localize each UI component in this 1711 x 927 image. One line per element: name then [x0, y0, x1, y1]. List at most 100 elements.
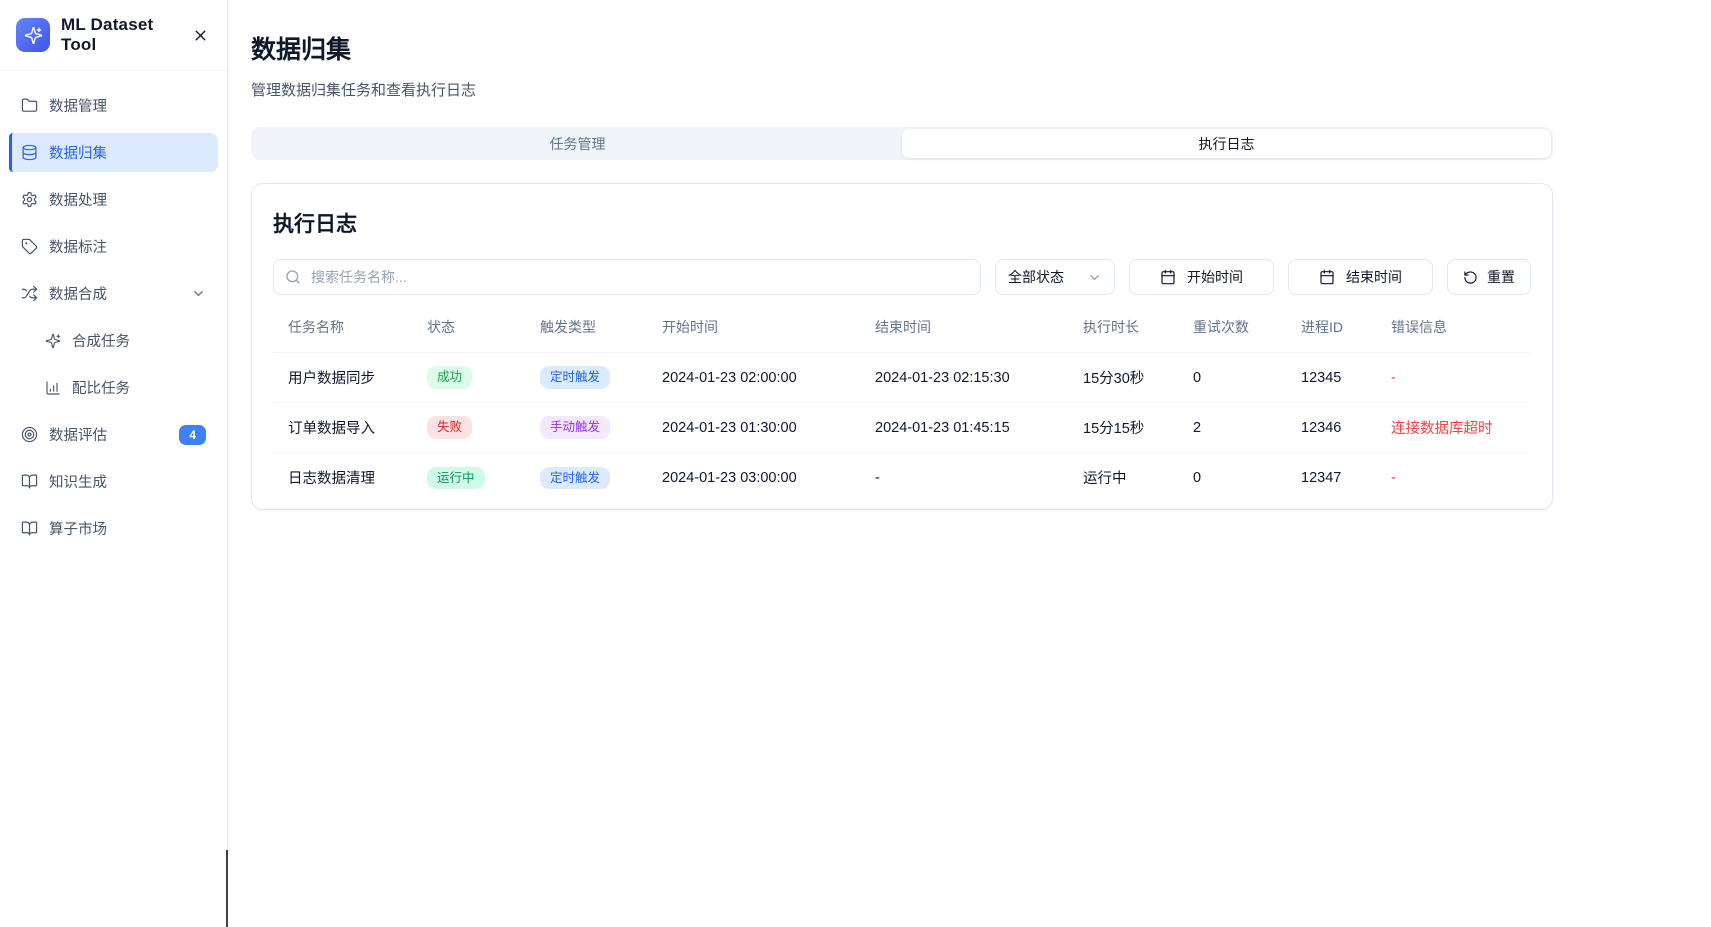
sidebar-header: ML Dataset Tool [0, 0, 227, 71]
start-time-button[interactable]: 开始时间 [1129, 259, 1274, 295]
start-time-cell: 2024-01-23 02:00:00 [647, 353, 860, 403]
status-badge: 运行中 [427, 467, 485, 490]
column-header: 结束时间 [860, 317, 1068, 353]
log-table-head-row: 任务名称状态触发类型开始时间结束时间执行时长重试次数进程ID错误信息 [273, 317, 1531, 353]
sidebar-item-data-processing[interactable]: 数据处理 [9, 180, 218, 219]
trigger-type-cell: 定时触发 [525, 453, 647, 503]
status-filter-select[interactable]: 全部状态 [995, 259, 1115, 295]
sidebar-item-data-synthesis[interactable]: 数据合成 [9, 274, 218, 313]
gear-icon [21, 191, 38, 208]
sidebar-item-data-labeling[interactable]: 数据标注 [9, 227, 218, 266]
duration-cell: 运行中 [1068, 453, 1178, 503]
bar-chart-icon [45, 380, 61, 396]
sidebar-nav: 数据管理 数据归集 数据处理 数据标注 数据合成 合成任务 配比任务 [0, 71, 227, 571]
sidebar-item-label: 数据归集 [49, 142, 107, 163]
sidebar-item-label: 配比任务 [72, 377, 130, 398]
task-name-cell: 用户数据同步 [273, 353, 412, 403]
filter-bar: 全部状态 开始时间 结束时间 重置 [273, 259, 1531, 295]
column-header: 重试次数 [1178, 317, 1286, 353]
process-id-cell: 12346 [1286, 403, 1376, 453]
end-time-label: 结束时间 [1346, 267, 1402, 287]
calendar-icon [1160, 269, 1176, 285]
trigger-type-cell: 手动触发 [525, 403, 647, 453]
start-time-label: 开始时间 [1187, 267, 1243, 287]
task-name-cell: 日志数据清理 [273, 453, 412, 503]
log-table-body: 用户数据同步成功定时触发2024-01-23 02:00:002024-01-2… [273, 353, 1531, 503]
retry-count-cell: 2 [1178, 403, 1286, 453]
sidebar-item-data-management[interactable]: 数据管理 [9, 86, 218, 125]
column-header: 进程ID [1286, 317, 1376, 353]
notification-badge: 4 [179, 425, 206, 445]
page-title: 数据归集 [251, 30, 1553, 66]
close-icon[interactable] [190, 25, 211, 46]
book-open-icon [21, 520, 38, 537]
sidebar-item-synthesis-tasks[interactable]: 合成任务 [33, 321, 218, 360]
calendar-icon [1319, 269, 1335, 285]
sparkles-icon [24, 26, 43, 45]
end-time-cell: - [860, 453, 1068, 503]
sidebar-item-data-collection[interactable]: 数据归集 [9, 133, 218, 172]
rotate-ccw-icon [1463, 270, 1478, 285]
status-badge: 失败 [427, 416, 472, 439]
chevron-down-icon [1087, 270, 1102, 285]
column-header: 任务名称 [273, 317, 412, 353]
column-header: 触发类型 [525, 317, 647, 353]
execution-logs-panel: 执行日志 全部状态 开始时间 结束时间 重置 [251, 183, 1553, 510]
process-id-cell: 12347 [1286, 453, 1376, 503]
sidebar-item-label: 数据管理 [49, 95, 107, 116]
sidebar-item-label: 合成任务 [72, 330, 130, 351]
retry-count-cell: 0 [1178, 453, 1286, 503]
trigger-type-badge: 手动触发 [540, 416, 610, 439]
sparkles-icon [45, 333, 61, 349]
sidebar-item-label: 数据标注 [49, 236, 107, 257]
error-message-cell: - [1376, 453, 1531, 503]
folder-icon [21, 97, 38, 114]
column-header: 执行时长 [1068, 317, 1178, 353]
reset-label: 重置 [1487, 267, 1515, 287]
sidebar-item-label: 算子市场 [49, 518, 107, 539]
error-message-cell: 连接数据库超时 [1376, 403, 1531, 453]
retry-count-cell: 0 [1178, 353, 1286, 403]
search-field [273, 259, 981, 295]
table-row: 日志数据清理运行中定时触发2024-01-23 03:00:00-运行中0123… [273, 453, 1531, 503]
sidebar-item-label: 数据合成 [49, 283, 107, 304]
table-row: 订单数据导入失败 手动触发 2024-01-23 01:30:002024-01-2… [273, 403, 1531, 453]
sidebar-item-label: 知识生成 [49, 471, 107, 492]
status-cell: 运行中 [412, 453, 525, 503]
trigger-type-cell: 定时触发 [525, 353, 647, 403]
sidebar-item-operator-market[interactable]: 算子市场 [9, 509, 218, 548]
book-open-icon [21, 473, 38, 490]
end-time-cell: 2024-01-23 02:15:30 [860, 353, 1068, 403]
status-badge: 成功 [427, 366, 472, 389]
status-cell: 失败 [412, 403, 525, 453]
tab-task-management[interactable]: 任务管理 [253, 129, 902, 158]
app-logo [16, 18, 50, 52]
page-subtitle: 管理数据归集任务和查看执行日志 [251, 79, 1553, 100]
process-id-cell: 12345 [1286, 353, 1376, 403]
search-input[interactable] [273, 259, 981, 295]
reset-button[interactable]: 重置 [1447, 259, 1531, 295]
panel-title: 执行日志 [273, 208, 1531, 238]
database-icon [21, 144, 38, 161]
start-time-cell: 2024-01-23 01:30:00 [647, 403, 860, 453]
status-filter-value: 全部状态 [1008, 267, 1064, 287]
column-header: 错误信息 [1376, 317, 1531, 353]
table-row: 用户数据同步成功 定时触发2024-01-23 02:00:002024-01-2… [273, 353, 1531, 403]
app-title: ML Dataset Tool [61, 15, 179, 55]
execution-log-table: 任务名称状态触发类型开始时间结束时间执行时长重试次数进程ID错误信息 用户数据同… [273, 317, 1531, 503]
end-time-button[interactable]: 结束时间 [1288, 259, 1433, 295]
chevron-down-icon [191, 286, 206, 301]
sidebar: ML Dataset Tool 数据管理 数据归集 数据处理 数据标注 数据合成 [0, 0, 228, 927]
sidebar-item-knowledge-generation[interactable]: 知识生成 [9, 462, 218, 501]
main-content: 数据归集 管理数据归集任务和查看执行日志 任务管理 执行日志 执行日志 全部状态… [228, 0, 1711, 927]
column-header: 开始时间 [647, 317, 860, 353]
duration-cell: 15分15秒 [1068, 403, 1178, 453]
task-name-cell: 订单数据导入 [273, 403, 412, 453]
sidebar-item-data-evaluation[interactable]: 数据评估 4 [9, 415, 218, 454]
sidebar-item-ratio-tasks[interactable]: 配比任务 [33, 368, 218, 407]
end-time-cell: 2024-01-23 01:45:15 [860, 403, 1068, 453]
status-cell: 成功 [412, 353, 525, 403]
start-time-cell: 2024-01-23 03:00:00 [647, 453, 860, 503]
tab-execution-logs[interactable]: 执行日志 [902, 129, 1551, 158]
sidebar-item-label: 数据评估 [49, 424, 107, 445]
